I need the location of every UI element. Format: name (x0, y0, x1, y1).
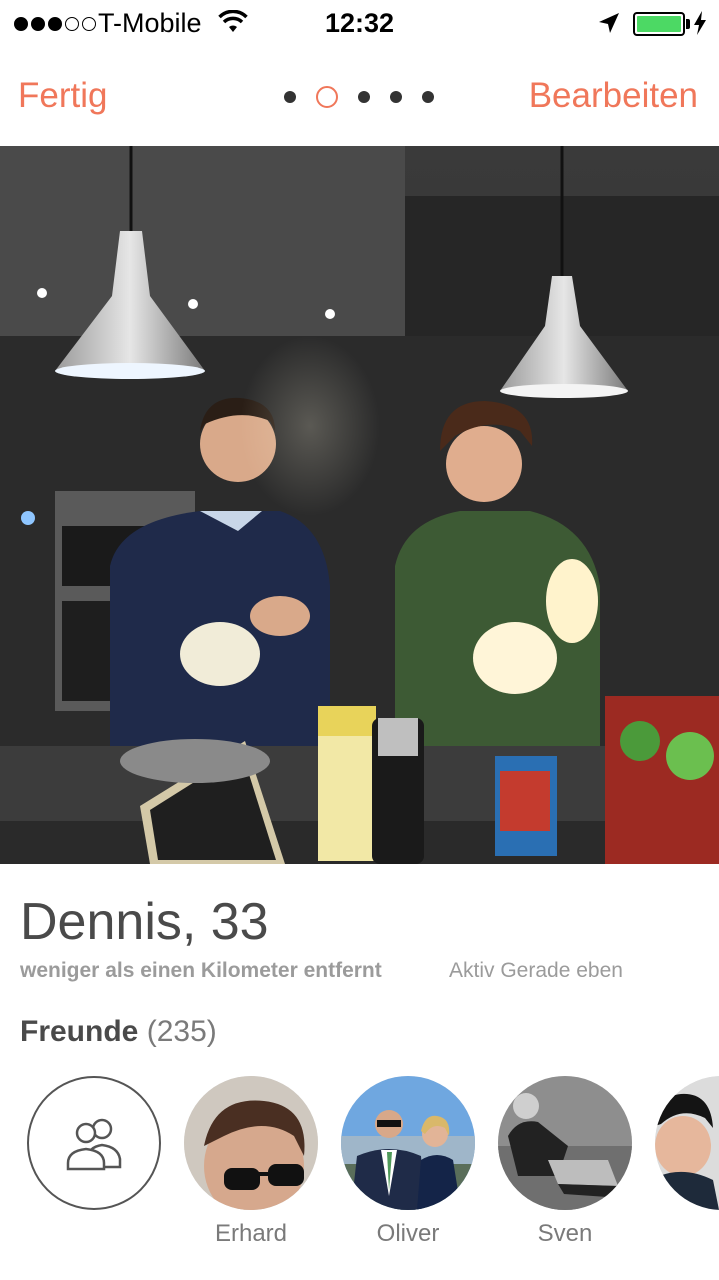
friend-item[interactable]: Erhard (184, 1076, 320, 1247)
page-dot[interactable] (390, 91, 402, 103)
edit-button[interactable]: Bearbeiten (529, 76, 698, 116)
photo-page-indicator[interactable] (284, 86, 434, 108)
friends-heading: Freunde (235) (20, 1015, 217, 1049)
charging-bolt-icon (693, 11, 707, 40)
profile-age: 33 (210, 893, 269, 951)
profile-name-age: Dennis, 33 (20, 892, 269, 952)
friend-avatar[interactable] (655, 1076, 719, 1210)
page-dot[interactable] (284, 91, 296, 103)
friend-name: Sven (537, 1220, 593, 1247)
friend-item[interactable]: Oliver (341, 1076, 477, 1247)
profile-name: Dennis, (20, 893, 197, 951)
friend-avatar[interactable] (184, 1076, 318, 1210)
friends-group-icon[interactable] (27, 1076, 161, 1210)
distance-label: weniger als einen Kilometer entfernt (20, 959, 382, 982)
friend-item[interactable]: Sven (498, 1076, 634, 1247)
page-dot[interactable] (358, 91, 370, 103)
friend-avatar[interactable] (341, 1076, 475, 1210)
done-button[interactable]: Fertig (18, 76, 107, 116)
profile-photo[interactable] (0, 146, 719, 864)
activity-status: Aktiv Gerade eben (449, 959, 623, 982)
friends-count: (235) (146, 1015, 217, 1048)
navigation-bar: Fertig Bearbeiten (0, 48, 719, 146)
battery-tip (686, 19, 690, 29)
page-dot-active[interactable] (316, 86, 338, 108)
battery-icon (633, 12, 685, 36)
page-dot[interactable] (422, 91, 434, 103)
status-bar: T-Mobile 12:32 (0, 0, 719, 48)
location-arrow-icon (598, 12, 620, 39)
friend-name: Erhard (214, 1220, 288, 1247)
mutual-friends-overview[interactable] (27, 1076, 163, 1210)
friend-name: Oliver (376, 1220, 440, 1247)
friends-title: Freunde (20, 1015, 139, 1048)
friend-avatar[interactable] (498, 1076, 632, 1210)
friend-item[interactable]: An (655, 1076, 719, 1210)
